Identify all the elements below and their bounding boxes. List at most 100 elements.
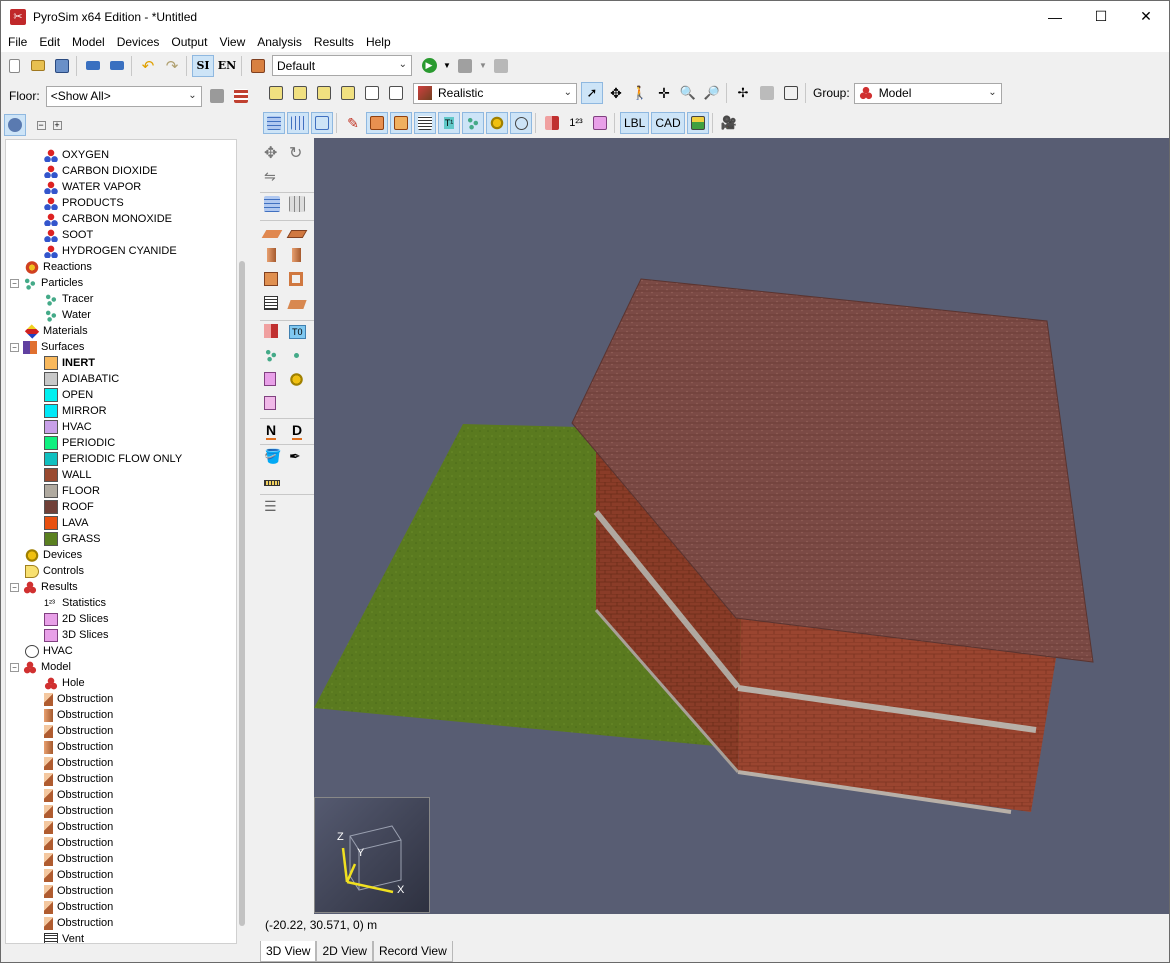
show-holes-button[interactable]: ✎ (342, 112, 364, 134)
split-mesh-button[interactable] (289, 196, 309, 216)
tree-item-particle[interactable]: Water (44, 307, 91, 323)
draw-mesh-button[interactable] (264, 196, 284, 216)
draw-device-button[interactable] (289, 372, 309, 392)
tree-scrollbar[interactable] (239, 261, 245, 926)
show-notes-button[interactable] (414, 112, 436, 134)
tree-item-3d-slices[interactable]: 3D Slices (44, 627, 108, 643)
save-button[interactable] (51, 55, 73, 77)
draw-iso-button[interactable] (264, 396, 284, 416)
zoom-selected-button[interactable] (780, 82, 802, 104)
tree-item-model-object[interactable]: Obstruction (44, 691, 113, 707)
tree-item-particle[interactable]: Tracer (44, 291, 93, 307)
tree-item-model-object[interactable]: Obstruction (44, 851, 113, 867)
expand-all-button[interactable]: + (50, 114, 64, 136)
show-mesh-outline-button[interactable] (311, 112, 333, 134)
tree-item-controls[interactable]: Controls (25, 563, 84, 579)
menu-analysis[interactable]: Analysis (252, 32, 307, 52)
dimension-button[interactable]: D (292, 422, 312, 442)
tree-item-surfaces[interactable]: − Surfaces (10, 339, 84, 355)
show-background-button[interactable] (686, 112, 709, 134)
zoom-box-tool-button[interactable]: 🔎 (701, 82, 723, 104)
tree-item-model-object[interactable]: Obstruction (44, 723, 113, 739)
tree-item-species[interactable]: SOOT (44, 227, 93, 243)
tab-record-view[interactable]: Record View (372, 941, 453, 962)
tab-3d-view[interactable]: 3D View (260, 941, 317, 962)
run-simulation-button[interactable]: ▶ (418, 55, 440, 77)
zoom-tool-button[interactable]: 🔍 (677, 82, 699, 104)
building-button[interactable] (247, 55, 269, 77)
open-file-button[interactable] (27, 55, 49, 77)
labels-toggle-button[interactable]: LBL (620, 112, 650, 134)
draw-particle-button[interactable] (289, 348, 309, 368)
draw-block-button[interactable] (289, 248, 309, 268)
zoom-extents-button[interactable] (756, 82, 778, 104)
tree-item-surface[interactable]: WALL (44, 467, 92, 483)
tree-item-surface[interactable]: ADIABATIC (44, 371, 119, 387)
tree-item-surface[interactable]: PERIODIC FLOW ONLY (44, 451, 182, 467)
draw-vent-button[interactable] (289, 272, 309, 292)
floor-settings-button[interactable] (206, 85, 228, 107)
show-particles-button[interactable] (462, 112, 484, 134)
tree-item-model-object[interactable]: Obstruction (44, 883, 113, 899)
camera-button[interactable]: 🎥 (718, 112, 740, 134)
orbit-tool-button[interactable]: ✥ (605, 82, 627, 104)
move-tool-button[interactable]: ✥ (264, 143, 284, 163)
tree-item-species[interactable]: CARBON MONOXIDE (44, 211, 172, 227)
show-slices-button[interactable] (541, 112, 563, 134)
reset-view-button[interactable]: ✢ (732, 82, 754, 104)
select-tool-button[interactable]: ➚ (581, 82, 603, 104)
tree-item-model-object[interactable]: Obstruction (44, 819, 113, 835)
undo-button[interactable]: ↶ (137, 55, 159, 77)
tree-item-surface[interactable]: LAVA (44, 515, 89, 531)
show-devices-button[interactable] (486, 112, 508, 134)
results-button[interactable] (454, 55, 476, 77)
redo-button[interactable]: ↷ (161, 55, 183, 77)
draw-roof-button[interactable] (287, 296, 309, 316)
tree-item-materials[interactable]: Materials (24, 323, 88, 339)
tree-item-species[interactable]: PRODUCTS (44, 195, 124, 211)
maximize-button[interactable]: ☐ (1078, 1, 1124, 32)
en-units-button[interactable]: EN (216, 55, 238, 77)
draw-slab-button[interactable] (261, 224, 284, 244)
results-options-button[interactable]: ▼ (478, 55, 488, 77)
tools-button[interactable] (490, 55, 512, 77)
tree-item-hvac[interactable]: HVAC (25, 643, 73, 659)
cad-toggle-button[interactable]: CAD (651, 112, 685, 134)
show-meshes-button[interactable] (263, 112, 285, 134)
import-button[interactable] (82, 55, 104, 77)
north-button[interactable]: N (266, 422, 286, 442)
tree-item-devices[interactable]: Devices (25, 547, 82, 563)
tab-2d-view[interactable]: 2D View (316, 941, 373, 962)
tree-item-model-object[interactable]: Obstruction (44, 867, 113, 883)
show-3d-slices-button[interactable] (589, 112, 611, 134)
menu-edit[interactable]: Edit (34, 32, 65, 52)
view-bottom-button[interactable] (289, 82, 311, 104)
rotate-tool-button[interactable]: ↻ (289, 143, 309, 163)
tree-item-model[interactable]: − Model (10, 659, 71, 675)
eyedropper-button[interactable]: ✒ (289, 448, 309, 468)
menu-output[interactable]: Output (166, 32, 212, 52)
group-select[interactable]: Model ⌄ (853, 82, 1002, 104)
floor-select[interactable]: <Show All> ⌄ (45, 85, 202, 107)
walk-tool-button[interactable]: 🚶 (629, 82, 651, 104)
tree-item-model-object[interactable]: Obstruction (44, 787, 113, 803)
tree-item-species[interactable]: OXYGEN (44, 147, 109, 163)
tree-item-species[interactable]: HYDROGEN CYANIDE (44, 243, 177, 259)
show-vents-button[interactable] (390, 112, 412, 134)
draw-3d-slice-button[interactable] (264, 372, 284, 392)
menu-file[interactable]: File (3, 32, 32, 52)
floor-view-button[interactable] (230, 85, 252, 107)
tree-item-species[interactable]: WATER VAPOR (44, 179, 141, 195)
tree-item-particles[interactable]: − Particles (10, 275, 83, 291)
menu-help[interactable]: Help (361, 32, 396, 52)
3d-viewport[interactable]: X Y Z (314, 138, 1169, 914)
filter-tree-button[interactable] (4, 114, 26, 136)
collapse-icon[interactable]: − (10, 342, 19, 352)
menu-results[interactable]: Results (309, 32, 359, 52)
show-text-button[interactable]: T¹ (438, 112, 460, 134)
tree-item-model-object[interactable]: Obstruction (44, 771, 113, 787)
tree-item-reactions[interactable]: Reactions (25, 259, 92, 275)
tree-item-model-object[interactable]: Obstruction (44, 707, 113, 723)
tree-item-surface[interactable]: PERIODIC (44, 435, 115, 451)
tree-item-model-object[interactable]: Obstruction (44, 739, 113, 755)
